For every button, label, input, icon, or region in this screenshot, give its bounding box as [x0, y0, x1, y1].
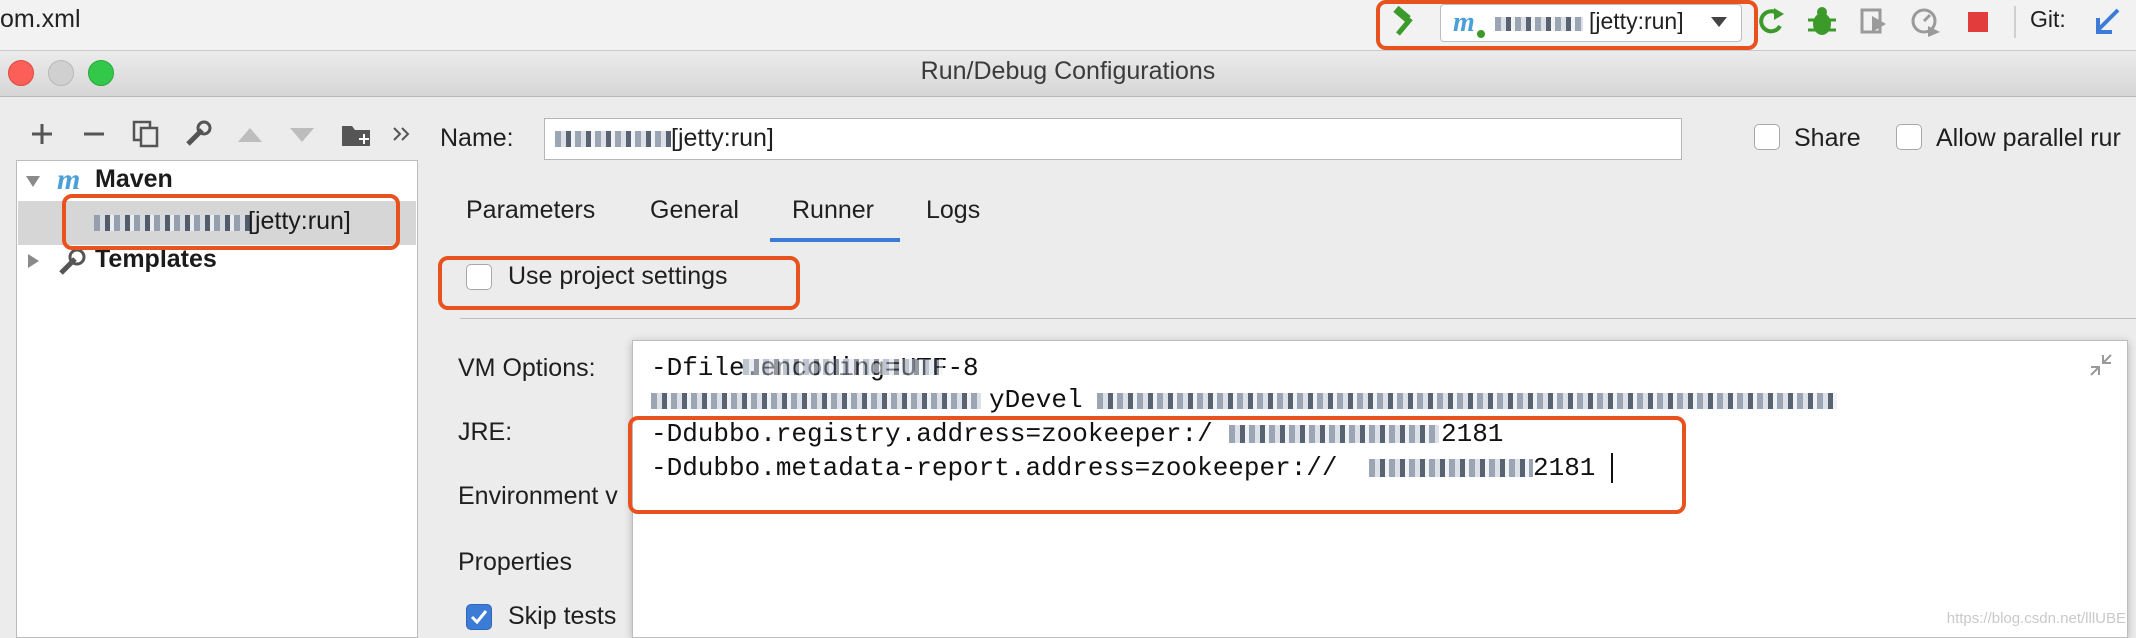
dialog-title: Run/Debug Configurations: [920, 57, 1216, 85]
highlight-zookeeper-options: [628, 416, 1686, 514]
rerun-icon[interactable]: [1756, 6, 1788, 38]
more-icon[interactable]: [392, 124, 412, 144]
active-tab-indicator: [770, 238, 900, 242]
highlight-tree-config: [62, 194, 400, 250]
copy-icon[interactable]: [132, 120, 160, 148]
coverage-icon[interactable]: [1858, 6, 1890, 38]
svg-text:m: m: [57, 165, 80, 195]
environment-variables-label: Environment v: [458, 482, 618, 510]
tab-logs[interactable]: Logs: [926, 196, 980, 225]
redacted-line-2a: [651, 393, 981, 409]
jre-label: JRE:: [458, 418, 513, 446]
skip-tests-checkbox[interactable]: [466, 604, 492, 630]
skip-tests-label: Skip tests: [508, 602, 617, 630]
collapse-editor-icon[interactable]: [2089, 353, 2113, 377]
profile-icon[interactable]: [1910, 6, 1942, 38]
redacted-name-value: [555, 131, 671, 147]
tree-item-maven[interactable]: Maven: [95, 165, 173, 194]
tab-parameters[interactable]: Parameters: [466, 196, 595, 225]
name-field[interactable]: [jetty:run]: [544, 118, 1682, 160]
toolbar-divider: [2014, 6, 2016, 38]
allow-parallel-checkbox[interactable]: [1896, 124, 1922, 150]
new-folder-icon[interactable]: [340, 120, 372, 148]
stop-icon[interactable]: [1962, 6, 1994, 38]
allow-parallel-label: Allow parallel rur: [1936, 124, 2121, 152]
move-down-icon[interactable]: [288, 124, 316, 144]
redacted-line-2b: [1097, 393, 1837, 409]
highlight-use-project-settings: [438, 256, 800, 310]
git-update-icon[interactable]: [2092, 6, 2124, 38]
vm-option-line-2-fragment: yDevel: [989, 385, 1083, 415]
watermark: https://blog.csdn.net/lllUBE: [1946, 610, 2126, 627]
wrench-icon[interactable]: [184, 120, 212, 148]
git-label: Git:: [2030, 6, 2066, 32]
move-up-icon[interactable]: [236, 124, 264, 144]
name-label: Name:: [440, 124, 514, 152]
wrench-icon: [59, 248, 86, 275]
section-divider: [460, 318, 2136, 319]
properties-label: Properties: [458, 548, 572, 576]
share-label: Share: [1794, 124, 1861, 152]
tab-general[interactable]: General: [650, 196, 739, 225]
tab-runner[interactable]: Runner: [792, 196, 874, 225]
debug-icon[interactable]: [1806, 6, 1838, 38]
redacted-line-1: [743, 359, 943, 375]
collapse-arrow-icon[interactable]: [25, 253, 41, 269]
highlight-run-config: [1376, 0, 1758, 50]
add-icon[interactable]: [30, 122, 54, 146]
share-checkbox[interactable]: [1754, 124, 1780, 150]
editor-tab-file-name[interactable]: om.xml: [0, 5, 81, 34]
check-icon: [470, 610, 488, 625]
vm-options-label: VM Options:: [458, 354, 596, 382]
maven-icon: m: [57, 165, 80, 195]
expand-arrow-icon[interactable]: [25, 173, 41, 189]
remove-icon[interactable]: [82, 122, 106, 146]
name-field-value: [jetty:run]: [671, 124, 774, 152]
